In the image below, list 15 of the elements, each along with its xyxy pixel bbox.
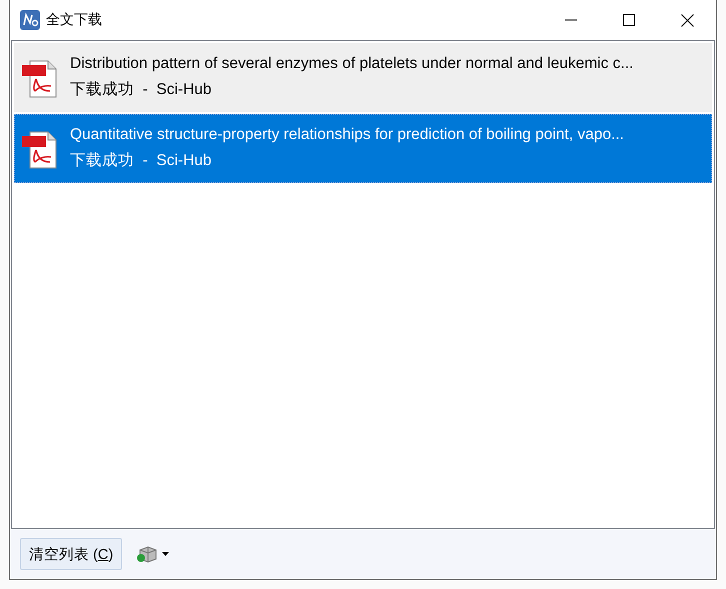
app-logo-icon [20, 10, 40, 30]
download-item[interactable]: Distribution pattern of several enzymes of platelets under normal and leukemic c... 下载成功 - Sci-Hub [14, 43, 712, 112]
download-status: 下载成功 - Sci-Hub [70, 80, 213, 100]
article-title: Quantitative structure-property relationships for prediction of boiling point, vapo... [70, 126, 624, 144]
clear-list-button[interactable]: 清空列表 (C) [20, 538, 122, 570]
article-title: Distribution pattern of several enzymes of platelets under normal and leukemic c... [70, 55, 634, 73]
download-item[interactable]: Quantitative structure-property relationships for prediction of boiling point, vapo... 下载成功 - Sci-Hub [14, 114, 712, 183]
maximize-icon [623, 14, 635, 26]
download-status: 下载成功 - Sci-Hub [70, 151, 213, 171]
source-dropdown-button[interactable] [136, 544, 170, 564]
package-icon [136, 544, 158, 564]
close-icon [680, 14, 694, 26]
caret-icon [162, 552, 170, 556]
window-title: 全文下载 [46, 11, 103, 29]
minimize-icon [565, 19, 577, 21]
